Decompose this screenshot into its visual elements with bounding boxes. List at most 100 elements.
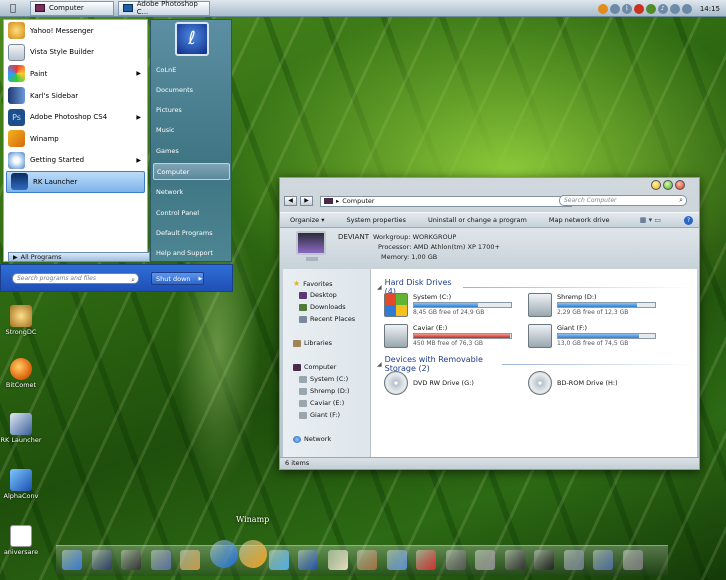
language-icon[interactable] (681, 3, 692, 14)
power-icon[interactable] (669, 3, 680, 14)
drive-usage-bar (557, 302, 656, 308)
nav-desktop[interactable]: Desktop (299, 291, 337, 299)
collapse-icon: ◢ (377, 283, 382, 291)
nav-downloads[interactable]: Downloads (299, 303, 346, 311)
nav-libraries[interactable]: Libraries (293, 339, 332, 347)
all-programs-button[interactable]: ▶ All Programs (8, 252, 150, 262)
trash-icon[interactable] (622, 550, 643, 570)
drive-e[interactable]: Caviar (E:) 450 MB free of 76,3 GB (384, 324, 519, 350)
map-network-drive-button[interactable]: Map network drive (549, 216, 610, 224)
place-games[interactable]: Games (153, 142, 230, 159)
desktop-icon-alphaconv[interactable]: AlphaConv (0, 469, 43, 500)
start-item-paint[interactable]: Paint ▶ (4, 63, 147, 85)
nav-drive-e[interactable]: Caviar (E:) (299, 399, 344, 407)
start-item-karls-sidebar[interactable]: Karl's Sidebar (4, 85, 147, 107)
place-music[interactable]: Music (153, 121, 230, 138)
drive-free-space: 13,0 GB free of 74,5 GB (557, 340, 629, 347)
notes-icon[interactable] (327, 550, 348, 570)
place-help-support[interactable]: Help and Support (153, 244, 230, 261)
start-item-photoshop[interactable]: Ps Adobe Photoshop CS4 ▶ (4, 106, 147, 128)
place-control-panel[interactable]: Control Panel (153, 204, 230, 221)
uninstall-program-button[interactable]: Uninstall or change a program (428, 216, 527, 224)
tools-icon[interactable] (357, 550, 377, 570)
drive-h[interactable]: BD-ROM Drive (H:) (528, 371, 663, 397)
nav-favorites[interactable]: ★ Favorites (293, 279, 333, 288)
winamp-icon[interactable] (239, 540, 267, 568)
start-menu: Yahoo! Messenger Vista Style Builder Pai… (0, 17, 233, 293)
bluetooth-icon[interactable]: ᛒ (621, 3, 632, 14)
nav-drive-f[interactable]: Giant (F:) (299, 411, 340, 419)
addressbook-icon[interactable] (180, 550, 200, 570)
printer-icon[interactable] (445, 550, 466, 570)
place-documents[interactable]: Documents (153, 81, 230, 98)
place-default-programs[interactable]: Default Programs (153, 224, 230, 241)
start-item-getting-started[interactable]: Getting Started ▶ (4, 150, 147, 172)
start-item-rk-launcher[interactable]: RK Launcher (6, 171, 145, 193)
taskbar-button-photoshop[interactable]: Adobe Photoshop C... (118, 0, 210, 16)
nav-network[interactable]: Network (293, 435, 331, 443)
folder-icon[interactable] (386, 550, 407, 570)
view-options-icon[interactable]: ▦ ▾ ▭ (640, 216, 661, 224)
start-item-label: Getting Started (30, 156, 85, 165)
desktop-icon-strongdc[interactable]: StrongDC (0, 305, 43, 336)
messenger-icon[interactable] (609, 3, 620, 14)
search-input[interactable]: Search Computer ⌕ (559, 195, 687, 206)
title-bar[interactable] (280, 178, 699, 194)
clock[interactable]: 14:15 (700, 5, 720, 13)
start-search-input[interactable]: Search programs and files ⌕ (12, 273, 139, 284)
forward-button[interactable]: ▶ (300, 196, 313, 206)
desktop-icon-aniversare[interactable]: aniversare (0, 525, 43, 556)
home-icon[interactable] (563, 550, 584, 570)
network-icon[interactable] (645, 3, 656, 14)
terminal-icon[interactable] (504, 550, 525, 570)
desktop-icon-bitcomet[interactable]: BitComet (0, 358, 43, 389)
computer-name: DEVIANT (338, 233, 369, 241)
calculator-icon[interactable] (475, 550, 495, 570)
bd-drive-icon (528, 371, 552, 395)
desktop-icon-rk-launcher[interactable]: RK Launcher (0, 413, 43, 444)
close-icon[interactable] (675, 180, 685, 190)
finder-icon[interactable] (62, 550, 82, 570)
minimize-icon[interactable] (651, 180, 661, 190)
globe-icon[interactable] (298, 550, 318, 570)
place-computer[interactable]: Computer (153, 163, 230, 180)
place-user[interactable]: CoLnE (153, 61, 230, 78)
organize-button[interactable]: Organize ▾ (290, 216, 324, 224)
start-item-yahoo-messenger[interactable]: Yahoo! Messenger (4, 20, 147, 42)
messenger-icon[interactable] (268, 550, 289, 570)
workgroup-text: Workgroup: WORKGROUP (373, 233, 457, 241)
pdf-icon[interactable] (416, 550, 436, 570)
clock-icon[interactable] (121, 550, 141, 570)
firefox-icon[interactable] (597, 3, 608, 14)
drive-d[interactable]: Shremp (D:) 2,29 GB free of 12,3 GB (528, 293, 663, 319)
nav-drive-c[interactable]: System (C:) (299, 375, 348, 383)
window-icon[interactable] (91, 550, 112, 570)
shield-icon[interactable] (633, 3, 644, 14)
breadcrumb[interactable]: Computer (342, 197, 374, 205)
drive-g[interactable]: DVD RW Drive (G:) (384, 371, 519, 397)
media-player-icon[interactable] (209, 540, 238, 568)
pen-icon[interactable] (150, 550, 171, 570)
taskbar-button-computer[interactable]: Computer (30, 0, 114, 16)
place-pictures[interactable]: Pictures (153, 101, 230, 118)
start-button[interactable]:  (0, 0, 26, 17)
address-bar[interactable]: ▸ Computer ▾ (320, 195, 572, 207)
nav-recent-places[interactable]: Recent Places (299, 315, 355, 323)
power-icon[interactable] (534, 550, 554, 570)
shutdown-button[interactable]: Shut down ▶ (151, 272, 204, 285)
volume-icon[interactable]: ♪ (657, 3, 668, 14)
user-avatar[interactable]: ℓ (175, 22, 209, 56)
submenu-arrow-icon: ▶ (136, 113, 141, 121)
nav-computer[interactable]: Computer (293, 363, 336, 371)
drive-c[interactable]: System (C:) 8,45 GB free of 24,9 GB (384, 293, 519, 319)
start-item-winamp[interactable]: Winamp (4, 128, 147, 150)
help-icon[interactable]: ? (684, 216, 693, 225)
back-button[interactable]: ◀ (284, 196, 297, 206)
start-item-vista-style-builder[interactable]: Vista Style Builder (4, 42, 147, 64)
system-properties-button[interactable]: System properties (346, 216, 405, 224)
maximize-icon[interactable] (663, 180, 673, 190)
place-network[interactable]: Network (153, 183, 230, 200)
download-icon[interactable] (593, 550, 613, 570)
nav-drive-d[interactable]: Shremp (D:) (299, 387, 350, 395)
drive-f[interactable]: Giant (F:) 13,0 GB free of 74,5 GB (528, 324, 663, 350)
